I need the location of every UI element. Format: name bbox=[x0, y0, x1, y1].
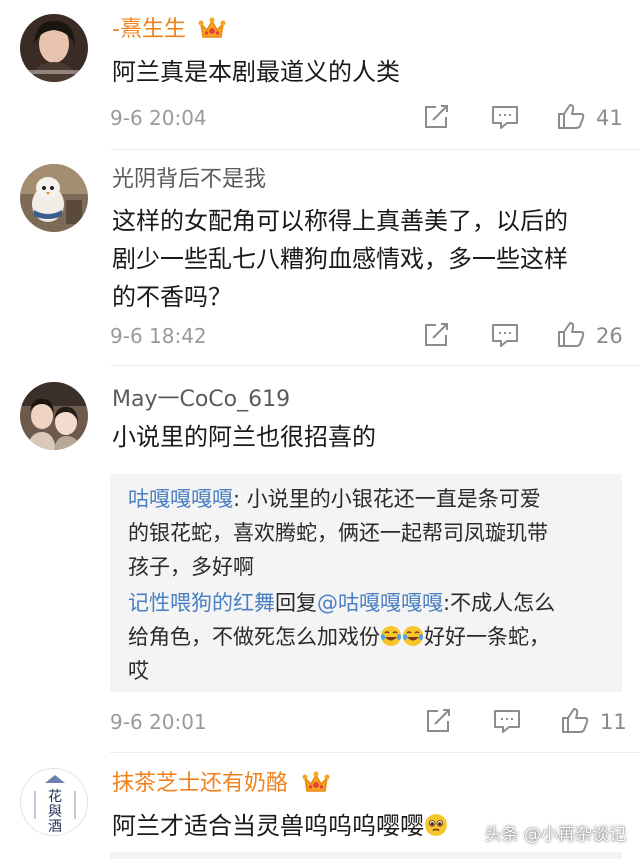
comment-text: 小说里的阿兰也很招喜的 bbox=[112, 423, 376, 451]
comment-text: 这样的女配角可以称得上真善美了，以后的 剧少一些乱七八糟狗血感情戏，多一些这样 … bbox=[112, 202, 622, 316]
username[interactable]: May一CoCo_619 bbox=[112, 386, 290, 414]
comment-text: 阿兰真是本剧最道义的人类 bbox=[112, 58, 400, 86]
comment-text-content: 阿兰才适合当灵兽呜呜呜嘤嘤 bbox=[112, 812, 424, 840]
comment-icon[interactable] bbox=[492, 708, 522, 736]
crown-icon bbox=[302, 770, 330, 796]
thumbs-up-icon[interactable] bbox=[560, 706, 590, 734]
username[interactable]: 光阴背后不是我 bbox=[112, 166, 266, 194]
comment-icon[interactable] bbox=[490, 322, 520, 350]
thumbs-up-icon[interactable] bbox=[556, 320, 586, 348]
reply-text: :不成人怎么 bbox=[443, 591, 556, 615]
crown-icon bbox=[198, 16, 226, 42]
comment-item: -熹生生 阿兰真是本剧最道义的人类 9-6 20:04 41 bbox=[0, 0, 640, 150]
comment-text-line: 的不香吗？ bbox=[112, 283, 232, 311]
reply-text: 孩子，多好啊 bbox=[128, 555, 254, 579]
like-count: 41 bbox=[596, 106, 623, 130]
username[interactable]: -熹生生 bbox=[112, 16, 186, 44]
reply-word: 回复 bbox=[275, 591, 317, 615]
avatar[interactable]: 花 與 酒 bbox=[20, 768, 88, 836]
username[interactable]: 抹茶芝士还有奶酪 bbox=[112, 770, 288, 798]
svg-text:酒: 酒 bbox=[48, 819, 62, 835]
repost-icon[interactable] bbox=[424, 707, 454, 735]
avatar[interactable] bbox=[20, 14, 88, 82]
pleading-emoji-icon bbox=[424, 810, 448, 836]
like-count: 26 bbox=[596, 324, 623, 348]
reply-text: 给角色，不做死怎么加戏份 bbox=[128, 625, 380, 649]
laugh-cry-emoji-icon bbox=[380, 623, 402, 646]
svg-text:花: 花 bbox=[48, 789, 62, 805]
laugh-cry-emoji-icon bbox=[402, 623, 424, 646]
repost-icon[interactable] bbox=[422, 321, 452, 349]
reply-author-link[interactable]: 咕嘎嘎嘎嘎 bbox=[128, 487, 233, 511]
reply-item: 记性喂狗的红舞回复@咕嘎嘎嘎嘎:不成人怎么 给角色，不做死怎么加戏份 好好一条蛇，… bbox=[128, 586, 608, 688]
comment-time: 9-6 20:01 bbox=[110, 710, 207, 734]
repost-icon[interactable] bbox=[422, 103, 452, 131]
reply-sep: : bbox=[233, 487, 247, 511]
comment-text-line: 剧少一些乱七八糟狗血感情戏，多一些这样 bbox=[112, 245, 568, 273]
comment-icon[interactable] bbox=[490, 104, 520, 132]
reply-preview-box-edge bbox=[110, 852, 622, 859]
svg-text:與: 與 bbox=[48, 804, 62, 820]
reply-item: 咕嘎嘎嘎嘎: 小说里的小银花还一直是条可爱 的银花蛇，喜欢腾蛇，俩还一起帮司凤璇… bbox=[128, 482, 608, 584]
reply-preview-box[interactable]: 咕嘎嘎嘎嘎: 小说里的小银花还一直是条可爱 的银花蛇，喜欢腾蛇，俩还一起帮司凤璇… bbox=[110, 474, 622, 692]
comment-item: May一CoCo_619 小说里的阿兰也很招喜的 咕嘎嘎嘎嘎: 小说里的小银花还… bbox=[0, 366, 640, 752]
watermark: 头条 @小苒杂谈记 bbox=[484, 825, 626, 845]
reply-text: 的银花蛇，喜欢腾蛇，俩还一起帮司凤璇玑带 bbox=[128, 521, 548, 545]
comment-time: 9-6 18:42 bbox=[110, 324, 207, 348]
comment-item: 光阴背后不是我 这样的女配角可以称得上真善美了，以后的 剧少一些乱七八糟狗血感情… bbox=[0, 150, 640, 365]
avatar[interactable] bbox=[20, 164, 88, 232]
comment-time: 9-6 20:04 bbox=[110, 106, 207, 130]
comment-text-line: 这样的女配角可以称得上真善美了，以后的 bbox=[112, 207, 568, 235]
avatar[interactable] bbox=[20, 382, 88, 450]
mention-link[interactable]: @咕嘎嘎嘎嘎 bbox=[317, 591, 443, 615]
thumbs-up-icon[interactable] bbox=[556, 102, 586, 130]
reply-text: 好好一条蛇， bbox=[424, 625, 550, 649]
reply-author-link[interactable]: 记性喂狗的红舞 bbox=[128, 591, 275, 615]
reply-text: 哎 bbox=[128, 659, 149, 683]
reply-text: 小说里的小银花还一直是条可爱 bbox=[246, 487, 541, 511]
like-count: 11 bbox=[600, 710, 627, 734]
